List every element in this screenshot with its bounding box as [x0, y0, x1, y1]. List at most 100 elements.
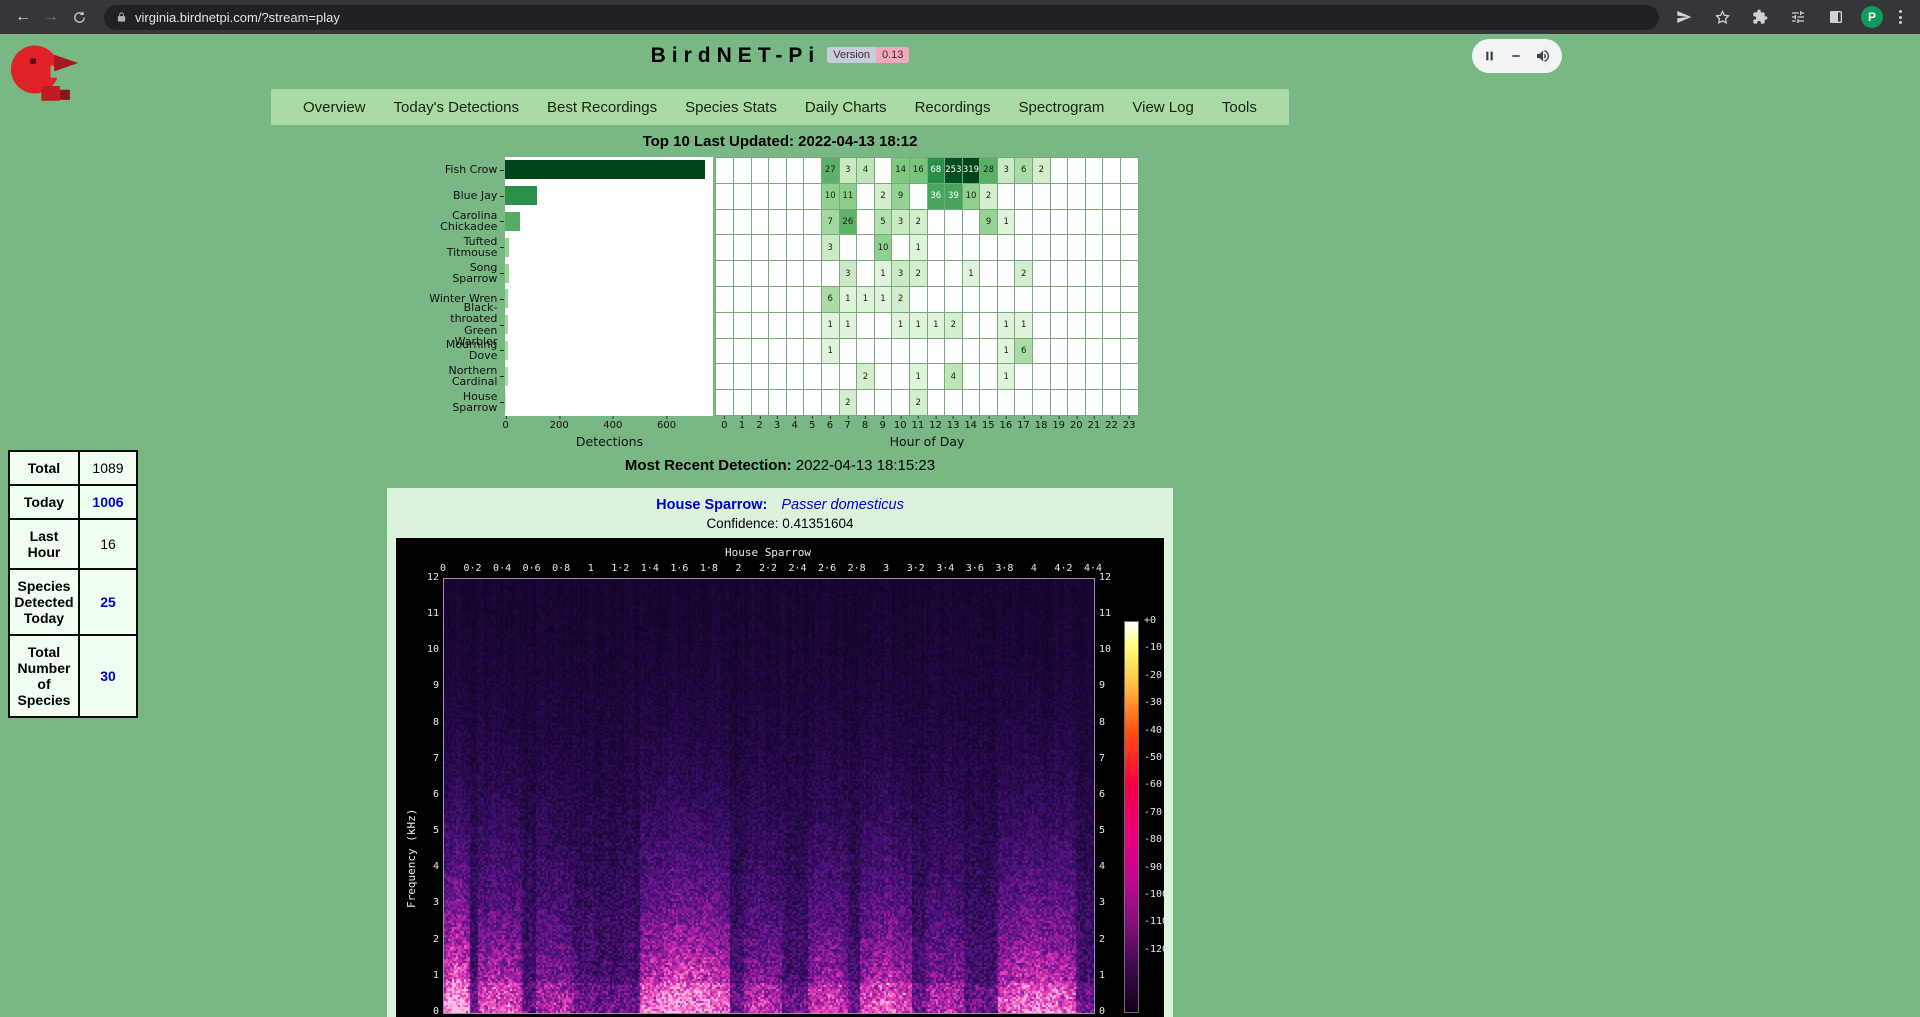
heatmap-cell: 1	[910, 235, 928, 261]
spectrogram-image	[443, 578, 1095, 1014]
bar-axis-tick: 200	[550, 420, 569, 431]
heatmap-axis-tick: 18	[1035, 420, 1048, 431]
heatmap-cell	[769, 339, 787, 365]
heatmap-cell: 5	[875, 210, 893, 236]
nav-item-overview[interactable]: Overview	[303, 99, 366, 116]
heatmap-cell	[945, 287, 963, 313]
colorbar-tick: +0	[1144, 615, 1156, 626]
browser-menu-icon[interactable]	[1895, 6, 1906, 28]
heatmap-cell	[804, 235, 822, 261]
heatmap-cell	[1033, 184, 1051, 210]
heatmap-cell	[892, 235, 910, 261]
heatmap-cell	[840, 235, 858, 261]
nav-item-tools[interactable]: Tools	[1222, 99, 1257, 116]
heatmap-axis-tick: 8	[862, 420, 868, 431]
heatmap-cell	[1033, 313, 1051, 339]
heatmap-xlabel: Hour of Day	[716, 432, 1139, 449]
heatmap-cell	[822, 364, 840, 390]
species-label: Mourning Dove	[421, 338, 505, 364]
heatmap-cell	[1015, 390, 1033, 416]
nav-item-view-log[interactable]: View Log	[1132, 99, 1193, 116]
heatmap-cell: 28	[980, 158, 998, 184]
heatmap-cell: 1	[928, 313, 946, 339]
heatmap-cell: 2	[945, 313, 963, 339]
heatmap-cell	[787, 235, 805, 261]
stats-value: 1089	[79, 451, 137, 485]
spec-freq-tick: 0	[433, 1006, 439, 1017]
heatmap-cell	[928, 235, 946, 261]
url-bar[interactable]: virginia.birdnetpi.com/?stream=play	[104, 5, 1659, 30]
detection-scientific-name-link[interactable]: Passer domesticus	[781, 497, 904, 513]
heatmap-axis-tick: 23	[1123, 420, 1136, 431]
version-label: Version	[827, 47, 876, 63]
detections-bar	[505, 186, 537, 205]
nav-item-species-stats[interactable]: Species Stats	[685, 99, 777, 116]
stats-value[interactable]: 1006	[79, 485, 137, 519]
heatmap-cell	[1086, 158, 1104, 184]
page-title: BirdNET-Pi	[651, 44, 821, 68]
heatmap-cell	[804, 390, 822, 416]
heatmap-cell	[752, 364, 770, 390]
bar-row	[505, 363, 713, 389]
nav-item-today-s-detections[interactable]: Today's Detections	[394, 99, 519, 116]
heatmap-cell	[928, 364, 946, 390]
side-panel-icon[interactable]	[1823, 4, 1849, 30]
heatmap-cell	[963, 287, 981, 313]
heatmap-axis-tick: 14	[964, 420, 977, 431]
heatmap-cell	[734, 364, 752, 390]
spec-freq-tick: 2	[1099, 934, 1105, 945]
nav-item-spectrogram[interactable]: Spectrogram	[1018, 99, 1104, 116]
heatmap-cell: 26	[840, 210, 858, 236]
back-button[interactable]: ←	[10, 4, 36, 30]
heatmap-cell	[752, 261, 770, 287]
spec-time-tick: 2·8	[848, 563, 866, 574]
stats-row: Species Detected Today25	[9, 569, 137, 635]
heatmap-cell: 319	[963, 158, 981, 184]
heatmap-cell	[945, 390, 963, 416]
heatmap-cell	[1121, 364, 1139, 390]
heatmap-cell	[1103, 210, 1121, 236]
heatmap-cell	[980, 313, 998, 339]
nav-item-best-recordings[interactable]: Best Recordings	[547, 99, 657, 116]
tune-icon[interactable]	[1785, 4, 1811, 30]
heatmap-cell: 10	[822, 184, 840, 210]
heatmap-cell: 10	[963, 184, 981, 210]
nav-item-daily-charts[interactable]: Daily Charts	[805, 99, 887, 116]
heatmap-axis-tick: 6	[827, 420, 833, 431]
heatmap-cell	[1051, 210, 1069, 236]
species-label: Song Sparrow	[421, 260, 505, 286]
nav-item-recordings[interactable]: Recordings	[915, 99, 991, 116]
detections-bar-chart	[505, 157, 713, 416]
heatmap-cell	[1103, 339, 1121, 365]
colorbar-tick: -80	[1144, 834, 1162, 845]
detection-common-name-link[interactable]: House Sparrow:	[656, 497, 767, 513]
heatmap-x-axis: 01234567891011121314151617181920212223	[716, 416, 1139, 432]
heatmap-cell: 3	[840, 158, 858, 184]
heatmap-cell	[857, 235, 875, 261]
heatmap-cell	[1015, 235, 1033, 261]
extensions-puzzle-icon[interactable]	[1747, 4, 1773, 30]
spec-freq-tick: 1	[1099, 970, 1105, 981]
send-icon[interactable]	[1671, 4, 1697, 30]
version-value: 0.13	[876, 47, 909, 63]
spec-time-tick: 1·6	[670, 563, 688, 574]
heatmap-cell	[1033, 235, 1051, 261]
forward-button[interactable]: →	[38, 4, 64, 30]
spectrogram-ylabel: Frequency (kHz)	[405, 688, 418, 908]
birdnetpi-page: BirdNET-Pi Version 0.13 Overview Today's …	[0, 34, 1920, 1017]
heatmap-cell	[945, 261, 963, 287]
spec-freq-tick: 10	[1099, 644, 1111, 655]
stats-value[interactable]: 25	[79, 569, 137, 635]
reload-button[interactable]	[66, 4, 92, 30]
heatmap-cell	[1121, 235, 1139, 261]
profile-avatar[interactable]: P	[1861, 6, 1883, 28]
heatmap-cell	[769, 313, 787, 339]
colorbar-tick: -90	[1144, 862, 1162, 873]
bookmark-star-icon[interactable]	[1709, 4, 1735, 30]
heatmap-cell: 10	[875, 235, 893, 261]
spec-freq-tick: 3	[1099, 897, 1105, 908]
heatmap-cell	[1015, 184, 1033, 210]
heatmap-cell	[963, 210, 981, 236]
heatmap-cell	[1068, 287, 1086, 313]
stats-value[interactable]: 30	[79, 635, 137, 717]
